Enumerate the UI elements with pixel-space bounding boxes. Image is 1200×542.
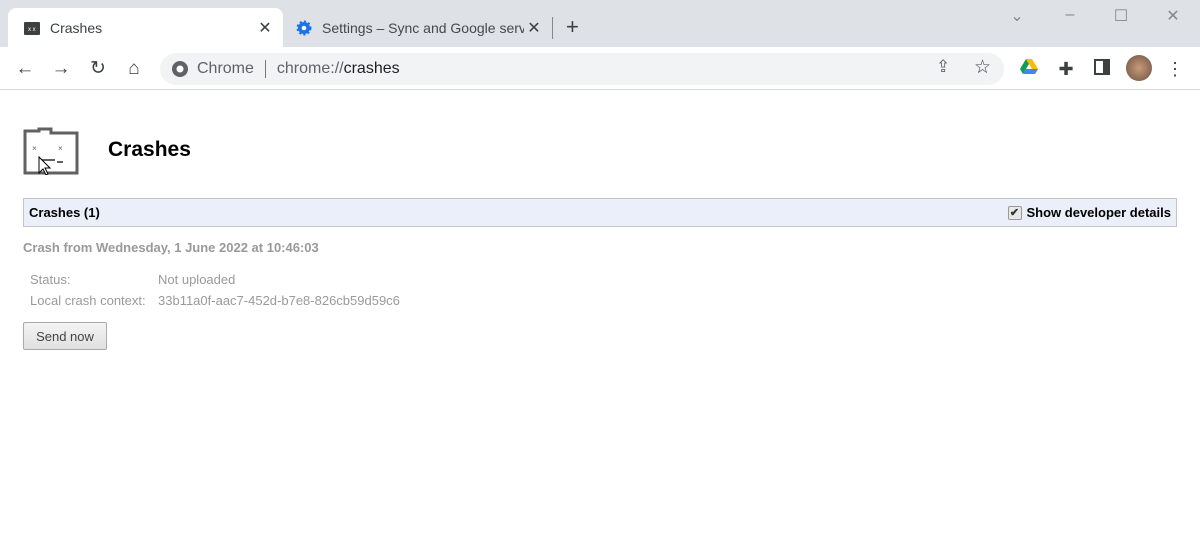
tab-label: Settings – Sync and Google servi <box>322 19 524 36</box>
svg-text:x x: x x <box>28 27 36 33</box>
crashes-section-header: Crashes (1) ✔ Show developer details <box>23 198 1177 227</box>
crash-title: Crash from Wednesday, 1 June 2022 at 10:… <box>23 240 319 255</box>
status-row: Status: Not uploaded <box>30 272 236 287</box>
page-title: Crashes <box>108 138 191 161</box>
tab-divider <box>552 17 553 39</box>
svg-text:×: × <box>32 144 37 153</box>
crash-count: Crashes (1) <box>29 205 100 220</box>
tab-strip: x x Crashes ✕ Settings – Sync and Google… <box>0 0 1200 47</box>
profile-avatar[interactable] <box>1126 55 1152 81</box>
url-text[interactable]: chrome://crashes <box>277 60 400 78</box>
site-chip: Chrome <box>197 60 254 77</box>
developer-details-checkbox[interactable]: ✔ <box>1007 205 1022 220</box>
menu-icon[interactable]: ⋮ <box>1163 57 1187 81</box>
close-window-button[interactable]: ✕ <box>1163 6 1183 26</box>
close-tab-icon[interactable]: ✕ <box>524 18 544 38</box>
new-tab-button[interactable]: + <box>566 14 579 40</box>
omnibox[interactable]: Chrome chrome://crashes ⇪ ☆ <box>160 53 1004 85</box>
back-button[interactable]: ← <box>13 57 37 81</box>
bookmark-star-icon[interactable]: ☆ <box>974 56 991 79</box>
tab-label: Crashes <box>50 19 103 36</box>
send-now-button[interactable]: Send now <box>23 322 107 350</box>
extensions-icon[interactable]: ✚ <box>1054 57 1078 81</box>
crash-context-row: Local crash context: 33b11a0f-aac7-452d-b… <box>30 293 400 308</box>
sad-folder-icon: × × <box>23 127 79 175</box>
minimize-button[interactable]: – <box>1060 6 1080 24</box>
home-button[interactable]: ⌂ <box>122 57 146 81</box>
gear-icon <box>296 20 312 35</box>
close-tab-icon[interactable]: ✕ <box>255 18 275 38</box>
chrome-icon <box>172 61 188 77</box>
google-drive-icon[interactable] <box>1017 57 1041 81</box>
tab-settings[interactable]: Settings – Sync and Google servi ✕ <box>284 8 552 47</box>
maximize-button[interactable]: ☐ <box>1111 6 1131 26</box>
side-panel-icon[interactable] <box>1090 57 1114 81</box>
tab-crashes[interactable]: x x Crashes ✕ <box>8 8 283 47</box>
show-developer-details-toggle[interactable]: ✔ Show developer details <box>1007 205 1171 220</box>
forward-button[interactable]: → <box>49 57 73 81</box>
toolbar: ← → ↻ ⌂ Chrome chrome://crashes ⇪ ☆ ✚ ⋮ <box>0 47 1200 90</box>
share-icon[interactable]: ⇪ <box>936 57 950 77</box>
tab-search-icon[interactable]: ⌄ <box>1007 6 1027 26</box>
svg-text:×: × <box>58 144 63 153</box>
reload-button[interactable]: ↻ <box>86 57 110 81</box>
crash-folder-icon: x x <box>24 21 40 35</box>
